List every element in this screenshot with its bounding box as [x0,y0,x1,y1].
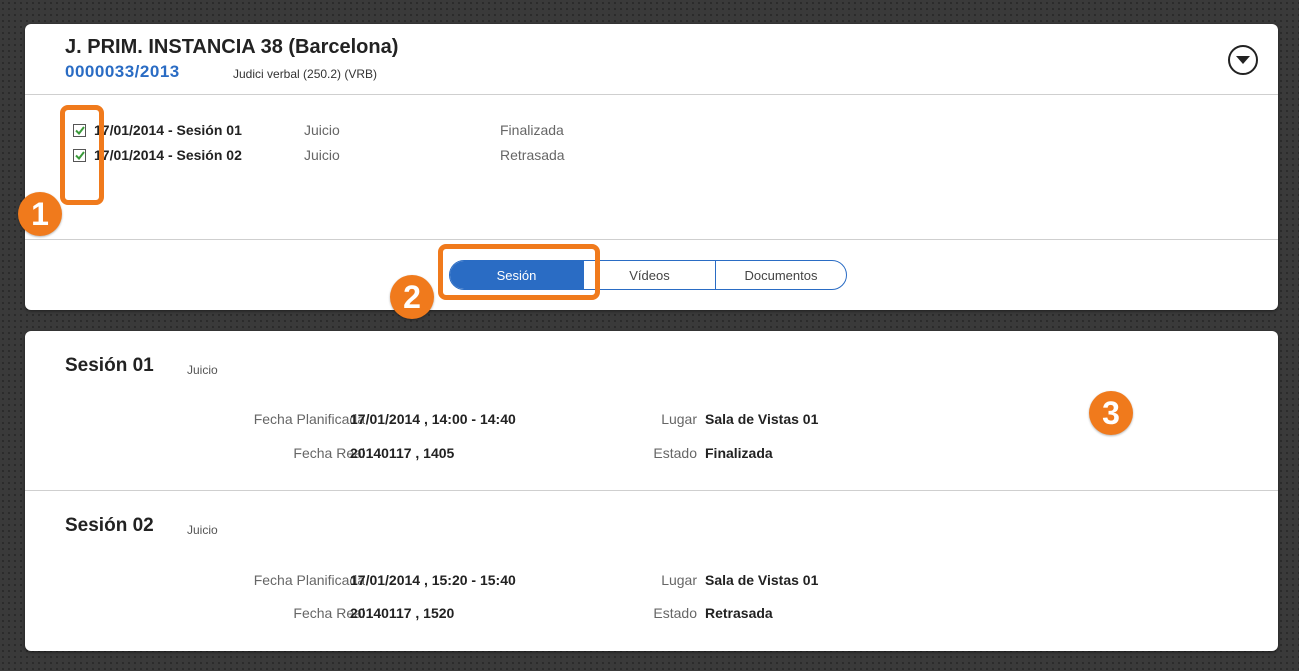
session-kind: Juicio [304,147,340,163]
place-value: Sala de Vistas 01 [705,572,819,588]
state-label: Estado [653,605,697,621]
session-date-label: 17/01/2014 - Sesión 01 [94,122,242,138]
place-value: Sala de Vistas 01 [705,411,819,427]
state-value: Retrasada [705,605,773,621]
place-label: Lugar [661,411,697,427]
place-label: Lugar [661,572,697,588]
callout-badge-2: 2 [390,275,434,319]
planned-date-label: Fecha Planificada [253,572,365,588]
real-date-value: 20140117 , 1405 [350,445,455,461]
chevron-down-icon [1236,56,1250,64]
expand-button[interactable] [1228,45,1258,75]
callout-highlight-checkboxes [60,105,104,205]
session-list-item[interactable]: 17/01/2014 - Sesión 01 Juicio Finalizada [73,120,564,140]
divider [25,94,1278,95]
case-number-link[interactable]: 0000033/2013 [65,62,180,82]
session-kind: Juicio [187,363,218,377]
session-state: Retrasada [500,147,565,163]
divider [25,490,1278,491]
session-date-label: 17/01/2014 - Sesión 02 [94,147,242,163]
tab-videos[interactable]: Vídeos [583,261,715,289]
divider [25,239,1278,240]
callout-highlight-tab [438,244,600,300]
session-title: Sesión 01 [65,355,154,376]
planned-date-label: Fecha Planificada [253,411,365,427]
case-type: Judici verbal (250.2) (VRB) [233,67,378,81]
session-state: Finalizada [500,122,564,138]
session-kind: Juicio [187,523,218,537]
tab-documentos[interactable]: Documentos [715,261,846,289]
session-title: Sesión 02 [65,515,154,536]
case-card: J. PRIM. INSTANCIA 38 (Barcelona) 000003… [25,24,1278,310]
planned-date-value: 17/01/2014 , 15:20 - 15:40 [350,572,516,588]
state-label: Estado [653,445,697,461]
court-title: J. PRIM. INSTANCIA 38 (Barcelona) [65,36,399,58]
planned-date-value: 17/01/2014 , 14:00 - 14:40 [350,411,516,427]
state-value: Finalizada [705,445,773,461]
session-list-item[interactable]: 17/01/2014 - Sesión 02 Juicio Retrasada [73,145,565,165]
callout-badge-1: 1 [18,192,62,236]
callout-badge-3: 3 [1089,391,1133,435]
session-detail-card: Sesión 01 Juicio Fecha Planificada 17/01… [25,331,1278,651]
session-kind: Juicio [304,122,340,138]
real-date-value: 20140117 , 1520 [350,605,455,621]
